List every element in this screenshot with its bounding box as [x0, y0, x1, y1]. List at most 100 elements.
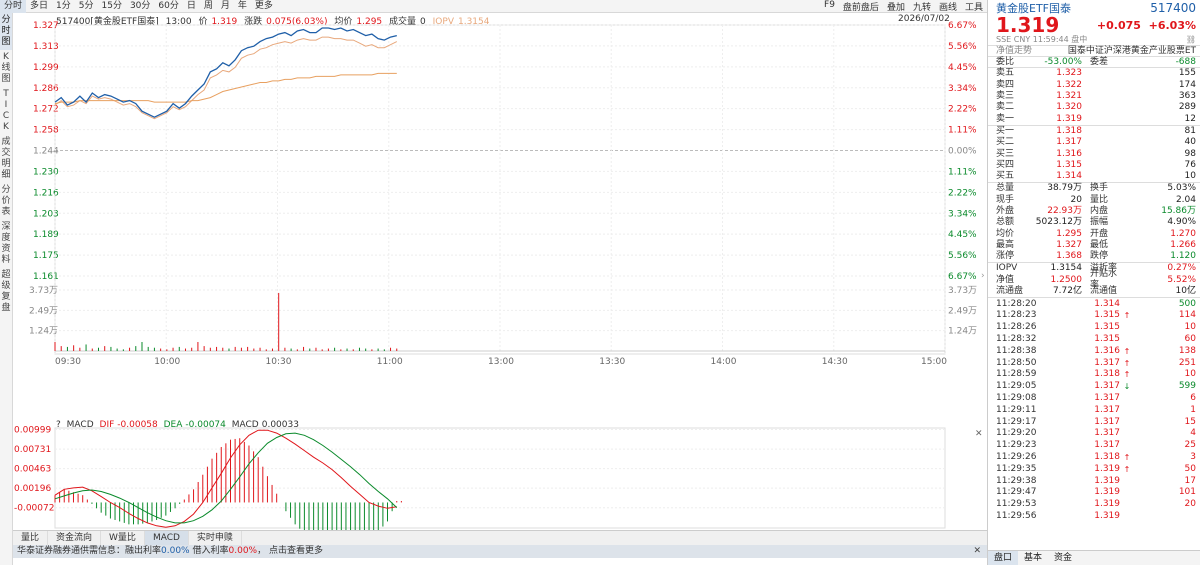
- margin-notice-bar[interactable]: 华泰证券融券通供需信息：融出利率0.00% 借入利率0.00%， 点击查看更多 …: [13, 545, 987, 558]
- bid-book: 买一 1.318 81 买二 1.317 40 买三 1.316 98 买四 1.315 76 买五 1.…: [988, 124, 1200, 182]
- toolbar-tool-3[interactable]: 九转: [909, 0, 935, 13]
- pct-tick-label: 1.11%: [948, 167, 977, 177]
- close-icon[interactable]: ✕: [973, 545, 981, 558]
- link-icon[interactable]: ⛓: [1186, 35, 1196, 45]
- bid-row-3: 买四 1.315 76: [988, 160, 1200, 171]
- stat-row-1-label2: 量比: [1090, 194, 1109, 205]
- meta-exchange: SSE: [996, 35, 1012, 44]
- volume-bar: [178, 346, 180, 351]
- indicator-tab-4[interactable]: 实时申赎: [189, 531, 242, 545]
- volume-bar: [228, 348, 230, 351]
- weibi-value: -53.00%: [1044, 56, 1082, 67]
- period-tab-8[interactable]: 周: [200, 0, 217, 13]
- quote-panel: 黄金股ETF国泰 517400 1.319 +0.075 +6.03% SSE …: [987, 0, 1200, 565]
- ask-row-3-volume: 289: [1178, 102, 1196, 113]
- trade-ticks: 11:28:20 1.314 500 11:28:23 1.315 ↑ 114 11:28:2…: [988, 297, 1200, 522]
- right-tab-2[interactable]: 资金: [1048, 551, 1078, 565]
- period-tab-2[interactable]: 1分: [52, 0, 75, 13]
- ask-row-2-price: 1.321: [1056, 91, 1082, 102]
- period-tab-4[interactable]: 15分: [98, 0, 126, 13]
- indicator-tab-1[interactable]: 资金流向: [48, 531, 102, 545]
- bid-row-4-price: 1.314: [1056, 171, 1082, 182]
- collapse-arrow-icon[interactable]: ›: [981, 271, 985, 281]
- volume-bar: [265, 349, 267, 351]
- volume-bar: [73, 345, 75, 351]
- volume-bar: [166, 349, 168, 351]
- stat-row-3-label1: 总额: [996, 217, 1015, 228]
- indicator-tab-2[interactable]: W量比: [101, 531, 145, 545]
- stat-row-3: 总额 5023.12万 振幅 4.90%: [988, 217, 1200, 228]
- trade-volume: 60: [1184, 334, 1196, 345]
- volume-bar: [334, 347, 336, 351]
- toolbar-tool-4[interactable]: 画线: [935, 0, 961, 13]
- volume-bar: [278, 292, 280, 351]
- left-tab-4[interactable]: 分价表: [0, 183, 12, 220]
- volume-bar: [209, 347, 211, 351]
- pct-tick-label: 3.34%: [948, 84, 977, 94]
- trade-time: 11:29:56: [996, 510, 1037, 521]
- left-tab-1[interactable]: K线图: [0, 50, 12, 87]
- right-tab-0[interactable]: 盘口: [988, 551, 1019, 565]
- stat-row-4: 均价 1.295 开盘 1.270: [988, 228, 1200, 239]
- period-tab-11[interactable]: 更多: [251, 0, 277, 13]
- macd-frame: [54, 427, 946, 529]
- period-tab-1[interactable]: 多日: [26, 0, 52, 13]
- left-tab-6[interactable]: 超级复盘: [0, 268, 12, 316]
- period-tab-6[interactable]: 60分: [154, 0, 182, 13]
- left-tab-char: C: [2, 111, 10, 121]
- bid-row-2: 买三 1.316 98: [988, 148, 1200, 159]
- left-tab-5[interactable]: 深度资料: [0, 220, 12, 268]
- left-tab-char: K: [3, 52, 9, 62]
- right-tab-1[interactable]: 基本: [1018, 551, 1048, 565]
- left-tab-char: 细: [1, 170, 11, 180]
- toolbar-tool-0[interactable]: F9: [820, 0, 839, 13]
- ask-row-4-volume: 12: [1184, 113, 1196, 124]
- left-tab-char: 图: [1, 37, 11, 47]
- volume-bar: [315, 347, 317, 351]
- left-tab-3[interactable]: 成交明细: [0, 135, 12, 183]
- trade-row: 11:28:38 1.316 ↑ 138: [988, 345, 1200, 357]
- period-tab-3[interactable]: 5分: [75, 0, 98, 13]
- trade-row: 11:29:38 1.319 17: [988, 475, 1200, 487]
- pct-tick-label: 2.22%: [948, 188, 977, 198]
- trade-time: 11:28:20: [996, 298, 1037, 309]
- fund-row-2-label2: 流通值: [1090, 286, 1118, 297]
- period-tab-9[interactable]: 月: [217, 0, 234, 13]
- time-tick-label: 11:00: [377, 357, 403, 367]
- bid-row-4: 买五 1.314 10: [988, 171, 1200, 182]
- trade-price: 1.318: [1094, 369, 1120, 380]
- period-tab-7[interactable]: 日: [183, 0, 200, 13]
- trade-price: 1.317: [1094, 393, 1120, 403]
- left-tab-0[interactable]: 分时图: [0, 13, 12, 50]
- stat-row-5-value1: 1.327: [1056, 239, 1082, 250]
- toolbar-tool-2[interactable]: 叠加: [883, 0, 909, 13]
- indicator-tab-3[interactable]: MACD: [144, 531, 189, 545]
- period-tab-5[interactable]: 30分: [126, 0, 154, 13]
- left-tab-2[interactable]: TICK: [0, 87, 12, 135]
- period-tab-10[interactable]: 年: [234, 0, 251, 13]
- toolbar-tool-1[interactable]: 盘前盘后: [839, 0, 883, 13]
- macd-chart[interactable]: 0.00999 0.00731 0.00463 0.00196 -0.00072 ✕: [13, 418, 987, 530]
- trade-price: 1.317: [1094, 428, 1120, 439]
- volume-bar: [110, 346, 112, 351]
- trade-arrow-icon: ↓: [1123, 382, 1131, 392]
- macd-close-icon[interactable]: ✕: [975, 429, 983, 439]
- quote-stats: 总量 38.79万 换手 5.03% 现手 20 量比 2.04 外盘 22.93万 内盘 15.86…: [988, 182, 1200, 262]
- left-tab-char: 资: [1, 244, 11, 254]
- notice-suffix[interactable]: 点击查看更多: [269, 546, 323, 556]
- intraday-chart[interactable]: 1.3271.3131.2991.2861.2721.2581.2441.230…: [13, 13, 987, 418]
- weicha-label: 委差: [1090, 56, 1109, 67]
- volume-bar: [290, 348, 292, 351]
- bid-row-3-label: 买四: [996, 159, 1015, 170]
- trade-price: 1.319: [1094, 510, 1120, 521]
- indicator-tab-0[interactable]: 量比: [13, 531, 49, 545]
- nav-trend-label[interactable]: 净值走势: [996, 46, 1032, 56]
- meta-time: 11:59:44: [1032, 35, 1069, 44]
- period-tab-0[interactable]: 分时: [0, 0, 27, 13]
- trade-time: 11:29:26: [996, 451, 1037, 462]
- stat-row-6-value2: 1.120: [1170, 251, 1196, 262]
- volume-bar: [346, 348, 348, 351]
- trade-volume: 4: [1190, 428, 1196, 439]
- trade-time: 11:29:38: [996, 475, 1037, 486]
- toolbar-tool-5[interactable]: 工具: [961, 0, 987, 13]
